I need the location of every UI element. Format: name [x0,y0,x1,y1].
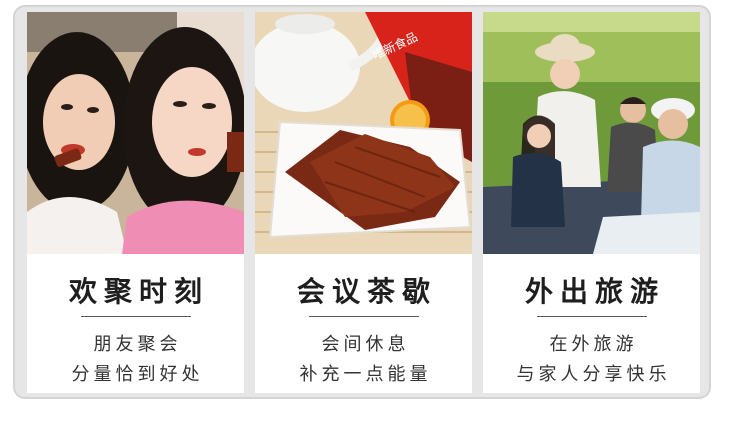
panel-title: 欢聚时刻 [68,275,209,308]
panel-caption-line: 会间休息 [321,334,410,355]
panel-caption-line: 在外旅游 [549,334,638,355]
friends-eating-snack-photo [27,12,244,254]
panel-card-tea-break: 唯新食品 会议茶歇 会间休息 补充一点能量 [255,12,472,393]
panel-caption-line: 朋友聚会 [93,334,182,355]
panel-card-gathering: 欢聚时刻 朋友聚会 分量恰到好处 [27,12,244,393]
panel-title: 外出旅游 [524,275,665,308]
panel-title: 会议茶歇 [296,275,437,308]
divider [81,316,191,317]
panel-card-travel: 外出旅游 在外旅游 与家人分享快乐 [483,12,700,393]
divider [309,316,419,317]
panel-caption-line: 分量恰到好处 [71,364,204,385]
divider [537,316,647,317]
family-picnic-photo [483,12,700,254]
panel-caption-line: 补充一点能量 [299,364,432,385]
jerky-tea-orange-photo: 唯新食品 [255,12,472,254]
panel-caption-line: 与家人分享快乐 [516,364,671,385]
page-bottom [0,405,730,435]
